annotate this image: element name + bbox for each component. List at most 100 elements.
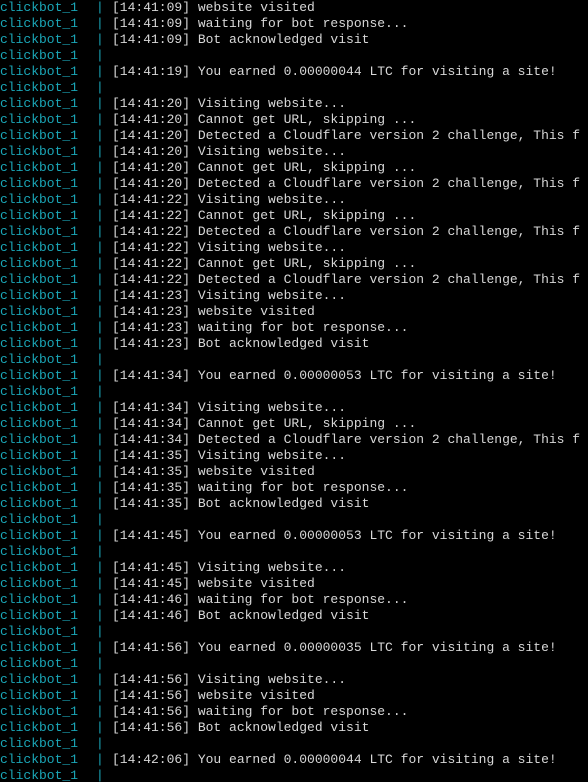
log-service-name: clickbot_1 — [0, 416, 79, 431]
log-service-name: clickbot_1 — [0, 768, 79, 782]
log-separator: | — [96, 304, 104, 319]
log-separator: | — [96, 224, 104, 239]
log-separator: | — [96, 384, 104, 399]
log-line: clickbot_1 | [14:41:56] website visited — [0, 688, 588, 704]
log-service-name: clickbot_1 — [0, 288, 79, 303]
terminal-output[interactable]: clickbot_1 | [14:41:09] website visited cli… — [0, 0, 588, 782]
log-separator: | — [96, 576, 104, 591]
log-service-name: clickbot_1 — [0, 496, 79, 511]
log-separator: | — [96, 704, 104, 719]
log-service-name: clickbot_1 — [0, 432, 79, 447]
log-separator: | — [96, 688, 104, 703]
log-separator: | — [96, 400, 104, 415]
log-message: [14:41:56] Bot acknowledged visit — [112, 720, 370, 735]
log-service-name: clickbot_1 — [0, 0, 79, 15]
log-service-name: clickbot_1 — [0, 384, 79, 399]
log-service-name: clickbot_1 — [0, 544, 79, 559]
log-line: clickbot_1 | [14:41:22] Cannot get URL, sk… — [0, 208, 588, 224]
log-line: clickbot_1 | [14:41:35] Bot acknowledged v… — [0, 496, 588, 512]
log-separator: | — [96, 112, 104, 127]
log-line: clickbot_1 | — [0, 512, 588, 528]
log-service-name: clickbot_1 — [0, 480, 79, 495]
log-service-name: clickbot_1 — [0, 640, 79, 655]
log-separator: | — [96, 32, 104, 47]
log-separator: | — [96, 160, 104, 175]
log-line: clickbot_1 | — [0, 736, 588, 752]
log-message: [14:41:46] Bot acknowledged visit — [112, 608, 370, 623]
log-separator: | — [96, 528, 104, 543]
log-line: clickbot_1 | [14:41:20] Cannot get URL, sk… — [0, 160, 588, 176]
log-line: clickbot_1 | [14:41:34] Visiting website..… — [0, 400, 588, 416]
log-service-name: clickbot_1 — [0, 512, 79, 527]
log-message: [14:41:35] Bot acknowledged visit — [112, 496, 370, 511]
log-service-name: clickbot_1 — [0, 752, 79, 767]
log-line: clickbot_1 | [14:42:06] You earned 0.00000… — [0, 752, 588, 768]
log-separator: | — [96, 432, 104, 447]
log-line: clickbot_1 | [14:41:20] Detected a Cloudfl… — [0, 128, 588, 144]
log-line: clickbot_1 | [14:41:56] Bot acknowledged v… — [0, 720, 588, 736]
log-message: [14:41:23] waiting for bot response... — [112, 320, 409, 335]
log-message: [14:41:20] Visiting website... — [112, 144, 347, 159]
log-line: clickbot_1 | [14:41:56] You earned 0.00000… — [0, 640, 588, 656]
log-separator: | — [96, 80, 104, 95]
log-service-name: clickbot_1 — [0, 560, 79, 575]
log-separator: | — [96, 512, 104, 527]
log-separator: | — [96, 736, 104, 751]
log-message: [14:41:22] Visiting website... — [112, 240, 347, 255]
log-service-name: clickbot_1 — [0, 272, 79, 287]
log-message: [14:41:56] website visited — [112, 688, 315, 703]
log-line: clickbot_1 | [14:41:35] waiting for bot re… — [0, 480, 588, 496]
log-line: clickbot_1 | [14:41:23] Bot acknowledged v… — [0, 336, 588, 352]
log-service-name: clickbot_1 — [0, 688, 79, 703]
log-service-name: clickbot_1 — [0, 80, 79, 95]
log-separator: | — [96, 752, 104, 767]
log-line: clickbot_1 | [14:41:23] Visiting website..… — [0, 288, 588, 304]
log-service-name: clickbot_1 — [0, 608, 79, 623]
log-separator: | — [96, 368, 104, 383]
log-line: clickbot_1 | — [0, 624, 588, 640]
log-line: clickbot_1 | — [0, 656, 588, 672]
log-separator: | — [96, 176, 104, 191]
log-message: [14:41:19] You earned 0.00000044 LTC for… — [112, 64, 557, 79]
log-service-name: clickbot_1 — [0, 16, 79, 31]
log-line: clickbot_1 | [14:41:09] website visited — [0, 0, 588, 16]
log-service-name: clickbot_1 — [0, 528, 79, 543]
log-line: clickbot_1 | [14:41:22] Detected a Cloudfl… — [0, 272, 588, 288]
log-line: clickbot_1 | [14:41:34] You earned 0.00000… — [0, 368, 588, 384]
log-service-name: clickbot_1 — [0, 160, 79, 175]
log-message: [14:41:23] website visited — [112, 304, 315, 319]
log-line: clickbot_1 | [14:41:35] website visited — [0, 464, 588, 480]
log-separator: | — [96, 560, 104, 575]
log-separator: | — [96, 192, 104, 207]
log-message: [14:41:56] You earned 0.00000035 LTC for… — [112, 640, 557, 655]
log-service-name: clickbot_1 — [0, 448, 79, 463]
log-service-name: clickbot_1 — [0, 240, 79, 255]
log-message: [14:41:20] Detected a Cloudflare version… — [112, 176, 581, 191]
log-line: clickbot_1 | [14:41:20] Detected a Cloudfl… — [0, 176, 588, 192]
log-line: clickbot_1 | [14:41:46] waiting for bot re… — [0, 592, 588, 608]
log-line: clickbot_1 | [14:41:20] Visiting website..… — [0, 144, 588, 160]
log-message: [14:41:45] You earned 0.00000053 LTC for… — [112, 528, 557, 543]
log-separator: | — [96, 496, 104, 511]
log-service-name: clickbot_1 — [0, 352, 79, 367]
log-separator: | — [96, 592, 104, 607]
log-message: [14:41:20] Cannot get URL, skipping ... — [112, 160, 417, 175]
log-separator: | — [96, 208, 104, 223]
log-separator: | — [96, 64, 104, 79]
log-line: clickbot_1 | — [0, 352, 588, 368]
log-separator: | — [96, 320, 104, 335]
log-separator: | — [96, 144, 104, 159]
log-message: [14:41:45] Visiting website... — [112, 560, 347, 575]
log-separator: | — [96, 672, 104, 687]
log-message: [14:41:09] waiting for bot response... — [112, 16, 409, 31]
log-message: [14:41:22] Cannot get URL, skipping ... — [112, 256, 417, 271]
log-message: [14:41:34] You earned 0.00000053 LTC for… — [112, 368, 557, 383]
log-service-name: clickbot_1 — [0, 592, 79, 607]
log-line: clickbot_1 | [14:41:45] You earned 0.00000… — [0, 528, 588, 544]
log-service-name: clickbot_1 — [0, 128, 79, 143]
log-message: [14:41:22] Cannot get URL, skipping ... — [112, 208, 417, 223]
log-service-name: clickbot_1 — [0, 112, 79, 127]
log-separator: | — [96, 464, 104, 479]
log-line: clickbot_1 | [14:41:56] waiting for bot re… — [0, 704, 588, 720]
log-line: clickbot_1 | — [0, 544, 588, 560]
